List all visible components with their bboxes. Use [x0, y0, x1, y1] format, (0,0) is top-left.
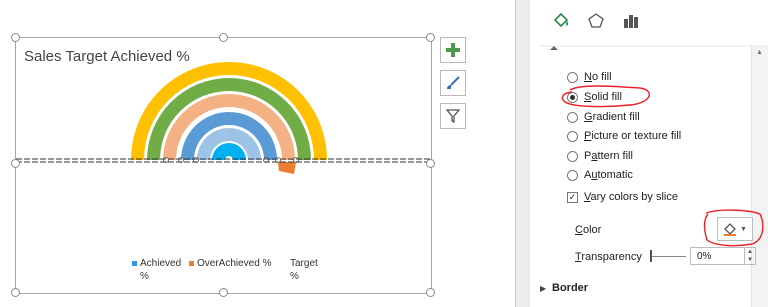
transparency-label: Transparency — [575, 251, 642, 263]
pane-divider — [540, 45, 755, 50]
radio-solid-fill[interactable]: Solid fill — [567, 89, 622, 105]
transparency-input[interactable]: 0% — [690, 247, 745, 265]
border-section-chevron-icon[interactable]: ▶ — [540, 284, 546, 293]
resize-handle[interactable] — [426, 33, 435, 42]
resize-handle[interactable] — [11, 288, 20, 297]
donut-ring-segment[interactable] — [212, 143, 246, 160]
radio-button[interactable] — [567, 130, 578, 142]
chart-filters-button[interactable] — [440, 103, 466, 129]
transparency-slider-thumb[interactable] — [650, 250, 652, 262]
legend-item-overachieved[interactable]: OverAchieved % — [189, 257, 271, 270]
tab-series-options[interactable] — [620, 10, 642, 32]
color-picker-button[interactable]: ▼ — [717, 217, 753, 241]
resize-handle[interactable] — [11, 33, 20, 42]
radio-gradient-fill[interactable]: Gradient fill — [567, 109, 640, 125]
resize-handle[interactable] — [426, 288, 435, 297]
vary-colors-checkbox[interactable]: ✓ Vary colors by slice — [567, 189, 678, 205]
radio-no-fill[interactable]: No fill — [567, 69, 612, 85]
resize-handle[interactable] — [426, 159, 435, 168]
legend-swatch — [282, 260, 287, 266]
radio-button[interactable] — [567, 169, 578, 181]
fill-line-icon — [553, 12, 569, 28]
radio-button[interactable] — [567, 71, 578, 83]
checkmark-icon[interactable]: ✓ — [567, 191, 578, 203]
donut-plot[interactable] — [16, 38, 431, 293]
transparency-slider-track[interactable] — [650, 256, 686, 257]
radio-automatic[interactable]: Automatic — [567, 167, 633, 183]
legend-item-target[interactable]: Target % — [282, 257, 318, 283]
series-options-icon — [624, 15, 638, 28]
border-section-header[interactable]: Border — [552, 282, 588, 294]
chart-styles-button[interactable] — [440, 70, 466, 96]
brush-icon — [447, 76, 460, 89]
radio-button[interactable] — [567, 150, 578, 162]
chart-elements-button[interactable] — [440, 37, 466, 63]
radio-button[interactable] — [567, 91, 578, 103]
color-label: Color — [575, 224, 602, 236]
effects-pentagon-icon — [588, 13, 604, 28]
radio-button[interactable] — [567, 111, 578, 123]
tab-fill-line[interactable] — [550, 10, 572, 32]
overachieved-slice[interactable] — [278, 162, 296, 174]
legend-swatch — [189, 260, 194, 266]
chart-area[interactable]: Sales Target Achieved % Achieved % OverA… — [15, 37, 432, 294]
legend-swatch — [132, 260, 137, 266]
radio-pattern-fill[interactable]: Pattern fill — [567, 148, 633, 164]
paint-bucket-icon — [724, 223, 737, 236]
pane-scrollbar[interactable]: ▲ — [751, 45, 768, 307]
radio-picture-fill[interactable]: Picture or texture fill — [567, 128, 681, 144]
plus-icon — [446, 43, 460, 57]
tab-effects[interactable] — [585, 10, 607, 32]
transparency-spinner[interactable]: ▲ ▼ — [745, 247, 756, 265]
resize-handle[interactable] — [219, 288, 228, 297]
pane-splitter[interactable] — [515, 0, 530, 307]
resize-handle[interactable] — [219, 33, 228, 42]
chevron-down-icon: ▼ — [740, 225, 747, 233]
funnel-icon — [446, 109, 460, 123]
worksheet-area[interactable]: Sales Target Achieved % Achieved % OverA… — [0, 0, 515, 307]
resize-handle[interactable] — [11, 159, 20, 168]
legend-item-achieved[interactable]: Achieved % — [132, 257, 181, 283]
